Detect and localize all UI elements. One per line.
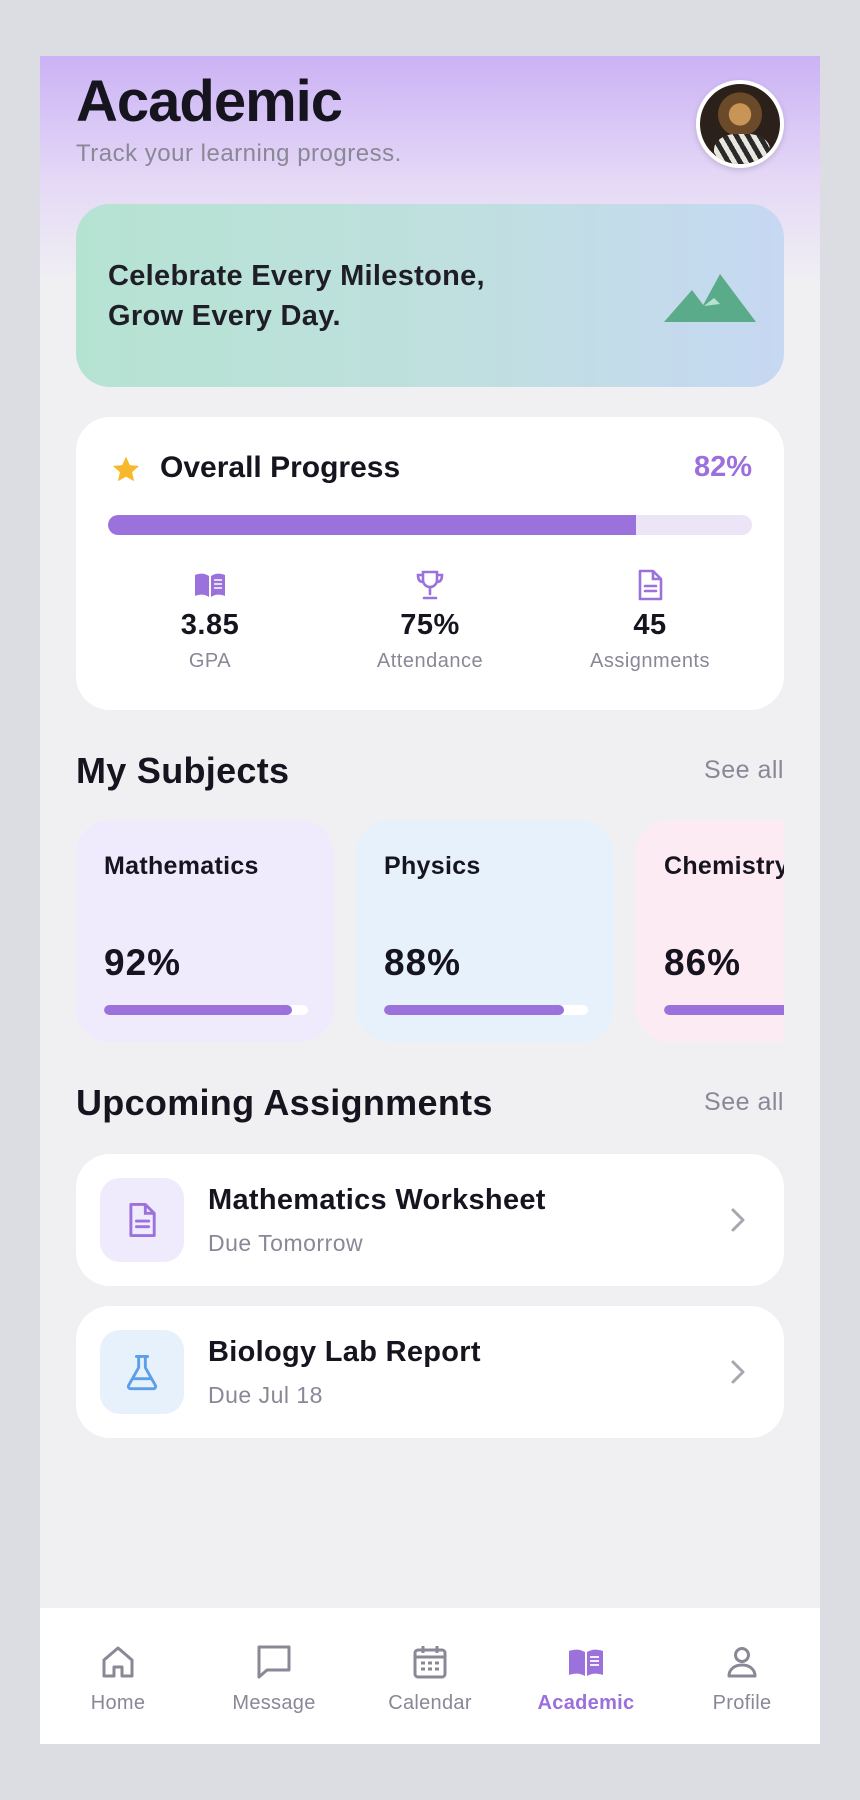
chevron-right-icon [731,1208,745,1232]
assignment-due: Due Jul 18 [208,1382,323,1408]
subjects-carousel[interactable]: Mathematics 92% Physics 88% Chemistry 86… [76,820,784,1042]
subject-percent: 92% [104,942,182,983]
banner-line-2: Grow Every Day. [108,300,341,332]
home-icon [102,1646,134,1678]
stat-label: Attendance [376,650,484,672]
assignment-title: Biology Lab Report [208,1336,481,1368]
message-icon [257,1645,291,1679]
nav-item-profile[interactable]: Profile [664,1642,820,1715]
stat-label: Assignments [590,650,710,672]
nav-label: Home [90,1692,146,1714]
subjects-see-all-link[interactable]: See all [704,756,784,785]
subject-progress-bar [384,1005,588,1015]
nav-label: Message [232,1692,316,1714]
stat-label: GPA [188,650,232,672]
subject-card-physics[interactable]: Physics 88% [356,820,614,1042]
subject-percent: 88% [384,942,462,983]
stat-gpa: 3.85 GPA [110,567,310,673]
motivation-banner: Celebrate Every Milestone, Grow Every Da… [76,204,784,387]
stat-value: 3.85 [180,609,240,641]
subject-progress-bar [664,1005,784,1015]
overall-progress-card[interactable]: Overall Progress 82% 3.85 GPA 75% Attend… [76,417,784,710]
nav-label: Academic [537,1692,635,1714]
bottom-navigation: Home Message Calendar Academic Profile [40,1608,820,1744]
assignment-icon-box [100,1330,184,1414]
document-icon [638,569,663,601]
calendar-icon [413,1646,447,1679]
nav-label: Profile [712,1692,772,1714]
chevron-right-icon [731,1360,745,1384]
avatar[interactable] [696,80,784,168]
nav-item-academic[interactable]: Academic [508,1642,664,1715]
subject-card-chemistry[interactable]: Chemistry 86% [636,820,784,1042]
subject-progress-bar [104,1005,308,1015]
overall-progress-bar [108,515,752,535]
assignment-item-biology-lab-report[interactable]: Biology Lab Report Due Jul 18 [76,1306,784,1438]
profile-icon [727,1647,757,1678]
subject-progress-fill [104,1005,292,1015]
assignment-title: Mathematics Worksheet [208,1184,546,1216]
stat-value: 45 [633,609,667,641]
nav-item-message[interactable]: Message [196,1642,352,1715]
book-icon [195,573,225,597]
stat-value: 75% [400,609,460,641]
star-icon [112,456,140,482]
page-title: Academic [76,69,343,134]
flask-icon [126,1355,158,1391]
nav-item-calendar[interactable]: Calendar [352,1642,508,1715]
mountain-icon [664,274,756,322]
page-header: Academic Track your learning progress. [76,62,784,182]
assignments-see-all-link[interactable]: See all [704,1088,784,1117]
trophy-icon [416,570,444,600]
page-subtitle: Track your learning progress. [76,140,402,167]
overall-progress-fill [108,515,637,535]
subjects-section-title: My Subjects [76,750,290,791]
subject-name: Chemistry [664,852,784,880]
subject-progress-fill [664,1005,784,1015]
subject-progress-fill [384,1005,564,1015]
nav-label: Calendar [388,1692,472,1714]
subject-percent: 86% [664,942,742,983]
stat-assignments: 45 Assignments [550,567,750,673]
nav-item-home[interactable]: Home [40,1642,196,1715]
app-screen: Academic Track your learning progress. C… [40,56,820,1744]
stat-attendance: 75% Attendance [330,567,530,673]
overall-progress-title: Overall Progress [160,451,401,484]
subject-card-mathematics[interactable]: Mathematics 92% [76,820,334,1042]
book-icon [569,1649,603,1676]
document-icon [129,1203,156,1237]
assignment-item-mathematics-worksheet[interactable]: Mathematics Worksheet Due Tomorrow [76,1154,784,1286]
assignments-section-title: Upcoming Assignments [76,1082,493,1123]
banner-text: Celebrate Every Milestone, Grow Every Da… [108,256,568,336]
banner-line-1: Celebrate Every Milestone, [108,260,485,292]
subject-name: Physics [384,852,481,880]
overall-progress-percent: 82% [693,451,752,483]
assignment-icon-box [100,1178,184,1262]
subject-name: Mathematics [104,852,259,880]
assignment-due: Due Tomorrow [208,1230,364,1256]
